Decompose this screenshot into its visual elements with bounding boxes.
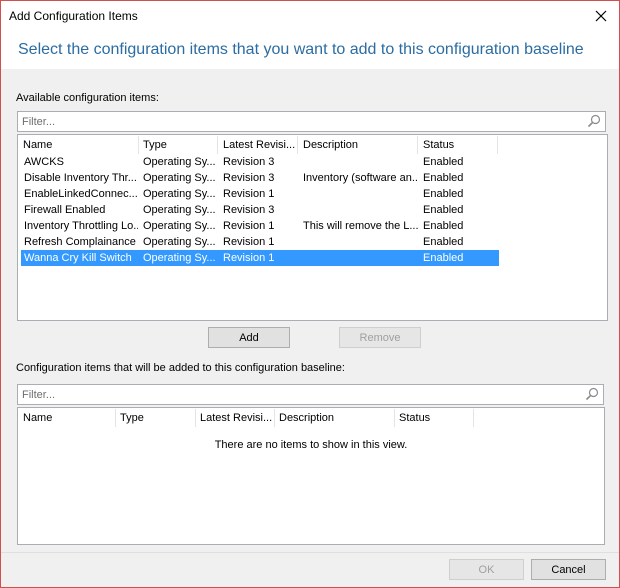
available-items-label: Available configuration items:	[16, 92, 159, 104]
cell-description	[300, 154, 418, 170]
column-header-description[interactable]: Description	[298, 136, 418, 154]
cell-name: Wanna Cry Kill Switch	[24, 252, 132, 264]
cell-description: This will remove the L...	[303, 220, 418, 232]
add-configuration-items-dialog: Add Configuration Items Select the confi…	[0, 0, 620, 588]
column-header-status[interactable]: Status	[394, 409, 474, 427]
ok-button[interactable]: OK	[449, 559, 524, 580]
cell-type: Operating Sy...	[143, 236, 216, 248]
column-header-name[interactable]: Name	[18, 409, 116, 427]
cell-name: Disable Inventory Thr...	[24, 172, 137, 184]
cell-type: Operating Sy...	[143, 172, 216, 184]
cell-type: Operating Sy...	[143, 204, 216, 216]
cell-type: Operating Sy...	[143, 252, 216, 264]
available-filter-box[interactable]	[17, 111, 606, 132]
available-filter-input[interactable]	[22, 114, 579, 129]
table-row[interactable]: Inventory Throttling Lo... Operating Sy.…	[21, 218, 499, 234]
column-header-revision[interactable]: Latest Revisi...	[195, 409, 275, 427]
cell-status: Enabled	[423, 204, 464, 216]
cell-revision: Revision 1	[223, 220, 275, 232]
cell-description	[300, 250, 418, 266]
search-icon[interactable]	[585, 387, 599, 401]
page-heading: Select the configuration items that you …	[18, 41, 584, 58]
cell-type: Operating Sy...	[143, 188, 216, 200]
empty-list-message: There are no items to show in this view.	[214, 439, 408, 451]
cell-status: Enabled	[423, 252, 464, 264]
cancel-button[interactable]: Cancel	[531, 559, 606, 580]
cell-description	[300, 186, 418, 202]
cell-revision: Revision 1	[223, 236, 275, 248]
dialog-footer: OK Cancel	[1, 552, 619, 587]
cell-name: EnableLinkedConnec...	[24, 188, 138, 200]
cell-revision: Revision 3	[223, 204, 275, 216]
close-icon	[595, 10, 607, 22]
cell-status: Enabled	[423, 172, 464, 184]
cell-status: Enabled	[423, 156, 464, 168]
cell-revision: Revision 1	[223, 252, 275, 264]
cell-description	[300, 234, 418, 250]
cell-status: Enabled	[423, 236, 464, 248]
search-icon[interactable]	[587, 114, 601, 128]
column-header-description[interactable]: Description	[274, 409, 395, 427]
cell-name: AWCKS	[24, 156, 64, 168]
selected-items-label: Configuration items that will be added t…	[16, 362, 345, 374]
column-header-name[interactable]: Name	[18, 136, 139, 154]
cell-revision: Revision 3	[223, 156, 275, 168]
cell-type: Operating Sy...	[143, 220, 216, 232]
selected-filter-box[interactable]	[17, 384, 604, 405]
cell-name: Firewall Enabled	[24, 204, 106, 216]
selected-filter-input[interactable]	[22, 387, 577, 402]
cell-name: Inventory Throttling Lo...	[24, 220, 138, 232]
window-title: Add Configuration Items	[9, 9, 138, 23]
table-row[interactable]: EnableLinkedConnec... Operating Sy... Re…	[21, 186, 499, 202]
column-header-revision[interactable]: Latest Revisi...	[218, 136, 298, 154]
table-row[interactable]: AWCKS Operating Sy... Revision 3 Enabled	[21, 154, 499, 170]
close-button[interactable]	[587, 4, 615, 28]
selected-items-list[interactable]: Name Type Latest Revisi... Description S…	[17, 407, 605, 545]
column-header-type[interactable]: Type	[115, 409, 196, 427]
table-row-selected[interactable]: Wanna Cry Kill Switch Operating Sy... Re…	[21, 250, 499, 266]
column-header-status[interactable]: Status	[418, 136, 498, 154]
cell-description	[300, 202, 418, 218]
cell-status: Enabled	[423, 220, 464, 232]
table-row[interactable]: Firewall Enabled Operating Sy... Revisio…	[21, 202, 499, 218]
heading-area: Select the configuration items that you …	[1, 32, 619, 69]
cell-type: Operating Sy...	[143, 156, 216, 168]
add-button[interactable]: Add	[208, 327, 290, 348]
column-header-type[interactable]: Type	[138, 136, 218, 154]
title-bar: Add Configuration Items	[1, 1, 619, 32]
table-row[interactable]: Refresh Complainance Operating Sy... Rev…	[21, 234, 499, 250]
available-items-list[interactable]: Name Type Latest Revisi... Description S…	[17, 134, 608, 321]
remove-button[interactable]: Remove	[339, 327, 421, 348]
cell-description: Inventory (software an...	[303, 172, 418, 184]
cell-name: Refresh Complainance	[24, 236, 136, 248]
cell-status: Enabled	[423, 188, 464, 200]
table-row[interactable]: Disable Inventory Thr... Operating Sy...…	[21, 170, 499, 186]
cell-revision: Revision 3	[223, 172, 275, 184]
cell-revision: Revision 1	[223, 188, 275, 200]
